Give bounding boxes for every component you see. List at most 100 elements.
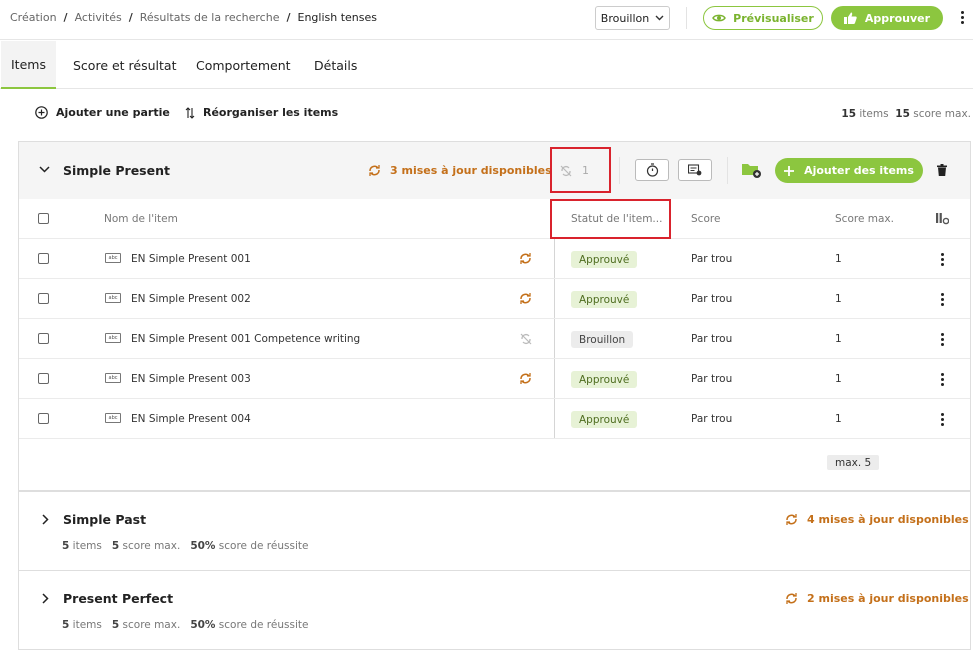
column-header-name[interactable]: Nom de l'item [104, 213, 178, 225]
breadcrumb-separator: / [63, 11, 68, 24]
item-name[interactable]: EN Simple Present 001 Competence writing [131, 333, 360, 345]
table-row[interactable]: abc EN Simple Present 001 Approuvé Par t… [19, 239, 970, 279]
updates-available[interactable]: 2 mises à jour disponibles [785, 592, 969, 605]
column-header-max-score[interactable]: Score max. [835, 213, 894, 225]
row-checkbox[interactable] [38, 333, 49, 344]
divider [686, 7, 687, 29]
reorganize-items-label: Réorganiser les items [203, 106, 339, 119]
row-checkbox[interactable] [38, 293, 49, 304]
row-checkbox[interactable] [38, 253, 49, 264]
row-checkbox[interactable] [38, 413, 49, 424]
preview-button-label: Prévisualiser [733, 11, 814, 25]
add-part-button[interactable]: Ajouter une partie [35, 106, 170, 119]
row-menu-icon[interactable] [940, 333, 944, 346]
item-max-score: 1 [835, 413, 842, 425]
timer-button[interactable] [635, 159, 669, 181]
linked-items-count: 1 [582, 164, 589, 177]
tab-items[interactable]: Items [1, 41, 56, 89]
item-score-type: Par trou [691, 333, 733, 345]
table-row[interactable]: abc EN Simple Present 001 Competence wri… [19, 319, 970, 359]
divider [619, 157, 620, 184]
status-badge: Approuvé [571, 371, 638, 388]
select-all-checkbox[interactable] [38, 213, 49, 224]
section-score-count: 5 [111, 540, 120, 552]
table-header-row: Nom de l'item Statut de l'item... Score … [19, 199, 970, 239]
sync-icon[interactable] [519, 293, 532, 304]
tab-behavior[interactable]: Comportement [196, 41, 291, 89]
updates-available[interactable]: 3 mises à jour disponibles [368, 164, 552, 177]
unlink-icon [560, 165, 572, 176]
table-row[interactable]: abc EN Simple Present 002 Approuvé Par t… [19, 279, 970, 319]
total-items-word: items [859, 108, 889, 120]
text-item-icon: abc [105, 293, 121, 303]
status-badge: Approuvé [571, 291, 638, 308]
add-items-button[interactable]: Ajouter des items [775, 158, 923, 183]
approve-button[interactable]: Approuver [831, 6, 943, 30]
chevron-right-icon[interactable] [42, 593, 49, 604]
chevron-down-icon[interactable] [39, 166, 50, 173]
column-header-status[interactable]: Statut de l'item... [571, 213, 662, 225]
section-pass-score: 50% [190, 619, 216, 631]
section-title: Simple Present [63, 163, 170, 178]
breadcrumb-activities[interactable]: Activités [75, 11, 122, 24]
section-title: Simple Past [63, 512, 147, 527]
row-menu-icon[interactable] [940, 253, 944, 266]
tab-bar: Items Score et résultat Comportement Dét… [0, 41, 973, 89]
tab-score-result[interactable]: Score et résultat [73, 41, 176, 89]
text-item-icon: abc [105, 333, 121, 343]
section-pass-score: 50% [190, 540, 216, 552]
plus-icon [784, 165, 795, 176]
table-row[interactable]: abc EN Simple Present 003 Approuvé Par t… [19, 359, 970, 399]
row-menu-icon[interactable] [940, 293, 944, 306]
column-settings-icon[interactable] [936, 213, 949, 225]
breadcrumb-current: English tenses [297, 11, 378, 24]
add-folder-icon[interactable] [742, 162, 762, 179]
chevron-right-icon[interactable] [42, 514, 49, 525]
form-settings-icon [688, 164, 702, 176]
breadcrumb-search-results[interactable]: Résultats de la recherche [140, 11, 280, 24]
column-header-score[interactable]: Score [691, 213, 720, 225]
row-checkbox[interactable] [38, 373, 49, 384]
sync-icon [369, 165, 380, 176]
approve-button-label: Approuver [864, 11, 931, 25]
breadcrumb: Création / Activités / Résultats de la r… [10, 11, 377, 24]
section-items-word: items [72, 619, 102, 631]
item-name[interactable]: EN Simple Present 002 [131, 293, 251, 305]
breadcrumb-creation[interactable]: Création [10, 11, 57, 24]
total-score-word: score max. [913, 108, 971, 120]
item-name[interactable]: EN Simple Present 004 [131, 413, 251, 425]
status-badge: Approuvé [571, 251, 638, 268]
section-items-word: items [72, 540, 102, 552]
tab-details[interactable]: Détails [314, 41, 357, 89]
status-dropdown[interactable]: Brouillon [595, 6, 670, 30]
item-score-type: Par trou [691, 253, 733, 265]
more-options-icon[interactable] [960, 11, 964, 24]
section-score-word: score max. [122, 619, 181, 631]
text-item-icon: abc [105, 413, 121, 423]
row-menu-icon[interactable] [940, 373, 944, 386]
row-menu-icon[interactable] [940, 413, 944, 426]
section-items-count: 5 [62, 540, 70, 552]
section-pass-word: score de réussite [218, 540, 309, 552]
item-name[interactable]: EN Simple Present 001 [131, 253, 251, 265]
sync-icon [786, 593, 797, 604]
total-summary: 15 items 15 score max. [841, 108, 971, 120]
text-item-icon: abc [105, 253, 121, 263]
trash-icon[interactable] [937, 164, 947, 176]
add-part-label: Ajouter une partie [56, 106, 170, 119]
preview-button[interactable]: Prévisualiser [703, 6, 823, 30]
section-settings-button[interactable] [678, 159, 712, 181]
section-simple-present: Simple Present 3 mises à jour disponible… [18, 141, 971, 491]
updates-available[interactable]: 4 mises à jour disponibles [785, 513, 969, 526]
stopwatch-icon [646, 163, 658, 177]
updates-label: 2 mises à jour disponibles [807, 592, 969, 605]
table-row[interactable]: abc EN Simple Present 004 Approuvé Par t… [19, 399, 970, 439]
sync-icon[interactable] [519, 373, 532, 384]
item-name[interactable]: EN Simple Present 003 [131, 373, 251, 385]
status-dropdown-value: Brouillon [600, 11, 650, 25]
status-badge: Brouillon [571, 331, 634, 348]
reorganize-items-button[interactable]: Réorganiser les items [185, 106, 338, 119]
plus-circle-icon [35, 106, 48, 119]
sync-icon[interactable] [519, 253, 532, 264]
breadcrumb-separator: / [286, 11, 291, 24]
